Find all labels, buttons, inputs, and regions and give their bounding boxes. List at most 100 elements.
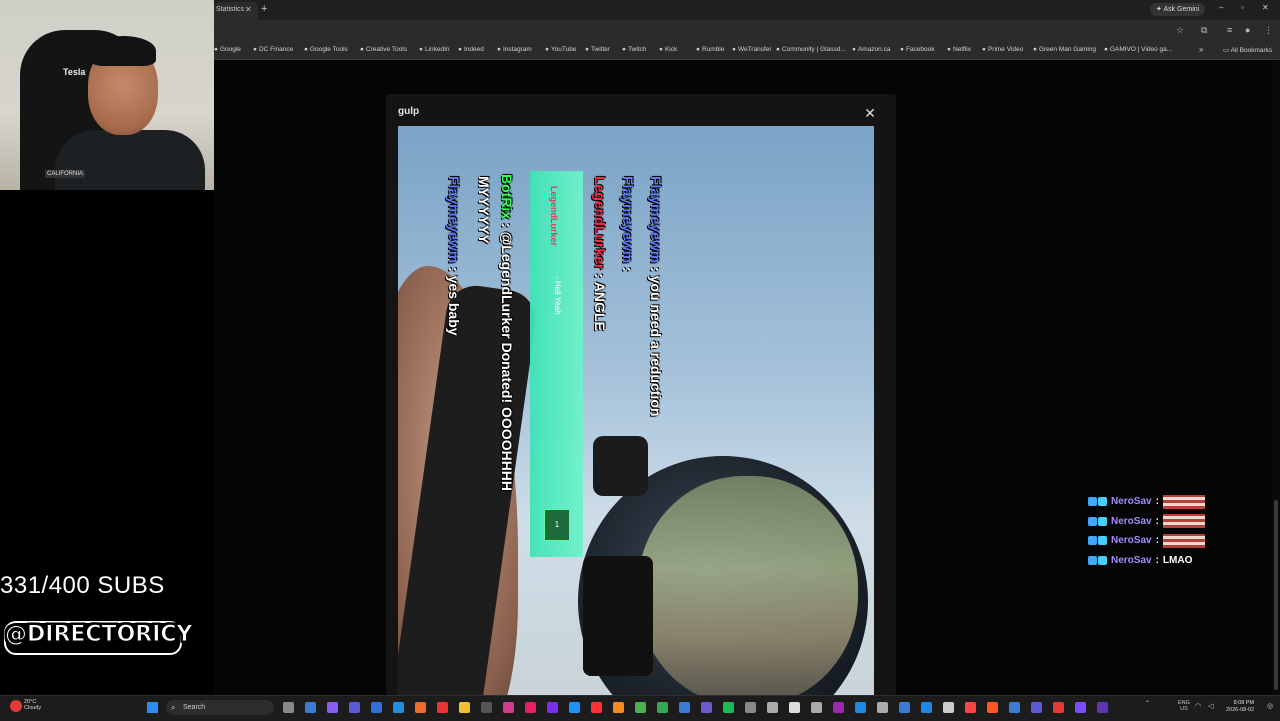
more-bookmarks-icon[interactable]: » xyxy=(1199,45,1203,54)
taskbar-app-icon[interactable] xyxy=(745,702,756,713)
bookmark-label: Instagram xyxy=(502,46,532,53)
minimize-icon[interactable]: – xyxy=(1219,3,1223,12)
taskbar-app-icon[interactable] xyxy=(591,702,602,713)
taskbar-app-icon[interactable] xyxy=(701,702,712,713)
chat-colon: : xyxy=(1155,496,1159,508)
taskbar-app-icon[interactable] xyxy=(503,702,514,713)
weather-icon[interactable] xyxy=(10,700,22,712)
taskbar-app-icon[interactable] xyxy=(613,702,624,713)
extensions-icon[interactable]: ⧉ xyxy=(1201,25,1207,36)
taskbar-app-icon[interactable] xyxy=(437,702,448,713)
alert-name: LegendLurker xyxy=(549,186,559,247)
chat-username: Flaymeyewm xyxy=(446,176,462,264)
taskbar-app-icon[interactable] xyxy=(283,702,294,713)
taskbar-app-icon[interactable] xyxy=(855,702,866,713)
language-indicator[interactable]: ENG US xyxy=(1178,700,1190,712)
bookmark-9[interactable]: ● Twitch xyxy=(622,46,646,53)
new-tab-button[interactable]: + xyxy=(261,3,267,15)
taskbar-app-icon[interactable] xyxy=(811,702,822,713)
bookmark-14[interactable]: ● Amazon.ca xyxy=(852,46,890,53)
video-player[interactable]: LegendLurker - Hell Yeah 1 Flaymeyewm : … xyxy=(398,126,874,695)
bookmark-13[interactable]: ● Community | Glassd... xyxy=(776,46,846,53)
taskbar-app-icon[interactable] xyxy=(789,702,800,713)
bookmark-label: Kick xyxy=(664,46,678,53)
bookmark-5[interactable]: ● Indeed xyxy=(458,46,484,53)
taskbar-app-icon[interactable] xyxy=(767,702,778,713)
all-bookmarks-button[interactable]: ▭ All Bookmarks xyxy=(1223,46,1272,54)
taskbar-app-icon[interactable] xyxy=(723,702,734,713)
taskbar-app-icon[interactable] xyxy=(1053,702,1064,713)
bookmark-star-icon[interactable]: ☆ xyxy=(1176,25,1184,36)
weather-widget[interactable]: 20°C Cloudy xyxy=(24,699,41,711)
chat-username: NeroSav xyxy=(1111,535,1152,547)
bookmark-7[interactable]: ● YouTube xyxy=(545,46,576,53)
bookmark-1[interactable]: ● DC Finance xyxy=(253,46,293,53)
windows-start-icon[interactable] xyxy=(147,702,158,713)
bookmark-19[interactable]: ● GAMIVO | Video ga... xyxy=(1104,46,1172,53)
taskbar-app-icon[interactable] xyxy=(349,702,360,713)
bookmark-3[interactable]: ● Creative Tools xyxy=(360,46,407,53)
wifi-icon[interactable]: ◠ xyxy=(1195,702,1201,710)
browser-tab[interactable]: Statistics ✕ xyxy=(214,2,258,20)
bookmark-2[interactable]: ● Google Tools xyxy=(304,46,348,53)
taskbar-app-icon[interactable] xyxy=(679,702,690,713)
taskbar-app-icon[interactable] xyxy=(1097,702,1108,713)
bookmark-16[interactable]: ● Netflix xyxy=(947,46,971,53)
bookmark-10[interactable]: ● Kick xyxy=(659,46,677,53)
notification-icon[interactable]: ◎ xyxy=(1267,702,1273,710)
taskbar-app-icon[interactable] xyxy=(1009,702,1020,713)
taskbar-app-icon[interactable] xyxy=(569,702,580,713)
bookmark-15[interactable]: ● Facebook xyxy=(900,46,934,53)
menu-icon[interactable]: ⋮ xyxy=(1264,25,1273,36)
taskbar-app-icon[interactable] xyxy=(921,702,932,713)
bookmark-4[interactable]: ● LinkedIn xyxy=(419,46,450,53)
bookmark-favicon-icon: ● xyxy=(1033,46,1037,53)
video-chat-line: MYYYYYY xyxy=(476,176,492,244)
taskbar-app-icon[interactable] xyxy=(1031,702,1042,713)
taskbar-app-icon[interactable] xyxy=(943,702,954,713)
taskbar-app-icon[interactable] xyxy=(481,702,492,713)
taskbar-app-icon[interactable] xyxy=(877,702,888,713)
bookmark-6[interactable]: ● Instagram xyxy=(497,46,532,53)
ask-gemini-button[interactable]: ✦ Ask Gemini xyxy=(1150,3,1206,16)
sidebar-icon[interactable]: ≡ xyxy=(1227,25,1232,35)
taskbar-app-icon[interactable] xyxy=(415,702,426,713)
taskbar-app-icon[interactable] xyxy=(371,702,382,713)
tab-close-icon[interactable]: ✕ xyxy=(245,2,252,18)
bookmark-label: Google Tools xyxy=(309,46,348,53)
window-close-icon[interactable]: ✕ xyxy=(1262,3,1269,12)
chat-username: NeroSav xyxy=(1111,515,1152,527)
bookmark-0[interactable]: ● Google xyxy=(214,46,241,53)
taskbar-app-icon[interactable] xyxy=(393,702,404,713)
bookmark-12[interactable]: ● WeTransfer xyxy=(732,46,772,53)
bookmark-17[interactable]: ● Prime Video xyxy=(982,46,1023,53)
taskbar-app-icon[interactable] xyxy=(899,702,910,713)
taskbar-search[interactable]: ⌕ Search xyxy=(166,700,274,715)
taskbar-app-icon[interactable] xyxy=(525,702,536,713)
taskbar-app-icon[interactable] xyxy=(657,702,668,713)
taskbar-app-icon[interactable] xyxy=(547,702,558,713)
volume-icon[interactable]: ◁ xyxy=(1208,702,1213,710)
taskbar-app-icon[interactable] xyxy=(833,702,844,713)
taskbar-app-icon[interactable] xyxy=(305,702,316,713)
scrollbar-thumb[interactable] xyxy=(1274,500,1278,690)
bookmark-label: Facebook xyxy=(905,46,935,53)
bookmark-8[interactable]: ● Twitter xyxy=(585,46,610,53)
profile-icon[interactable]: ● xyxy=(1245,25,1250,35)
taskbar-app-icon[interactable] xyxy=(1075,702,1086,713)
maximize-icon[interactable]: ▫ xyxy=(1241,3,1244,12)
taskbar-app-icon[interactable] xyxy=(459,702,470,713)
bookmark-11[interactable]: ● Rumble xyxy=(696,46,724,53)
modal-close-button[interactable]: ✕ xyxy=(861,104,879,122)
folder-icon: ▭ xyxy=(1223,47,1231,54)
side-chat-line: NeroSav: LMAO xyxy=(1088,551,1218,571)
bookmark-favicon-icon: ● xyxy=(982,46,986,53)
bookmark-18[interactable]: ● Green Man Gaming xyxy=(1033,46,1096,53)
taskbar-app-icon[interactable] xyxy=(965,702,976,713)
tray-chevron-icon[interactable]: ⌃ xyxy=(1145,700,1150,707)
taskbar-app-icon[interactable] xyxy=(635,702,646,713)
taskbar-app-icon[interactable] xyxy=(327,702,338,713)
all-bookmarks-label: All Bookmarks xyxy=(1230,47,1273,54)
system-clock[interactable]: 8:08 PM 2026-08-02 xyxy=(1226,700,1254,713)
taskbar-app-icon[interactable] xyxy=(987,702,998,713)
